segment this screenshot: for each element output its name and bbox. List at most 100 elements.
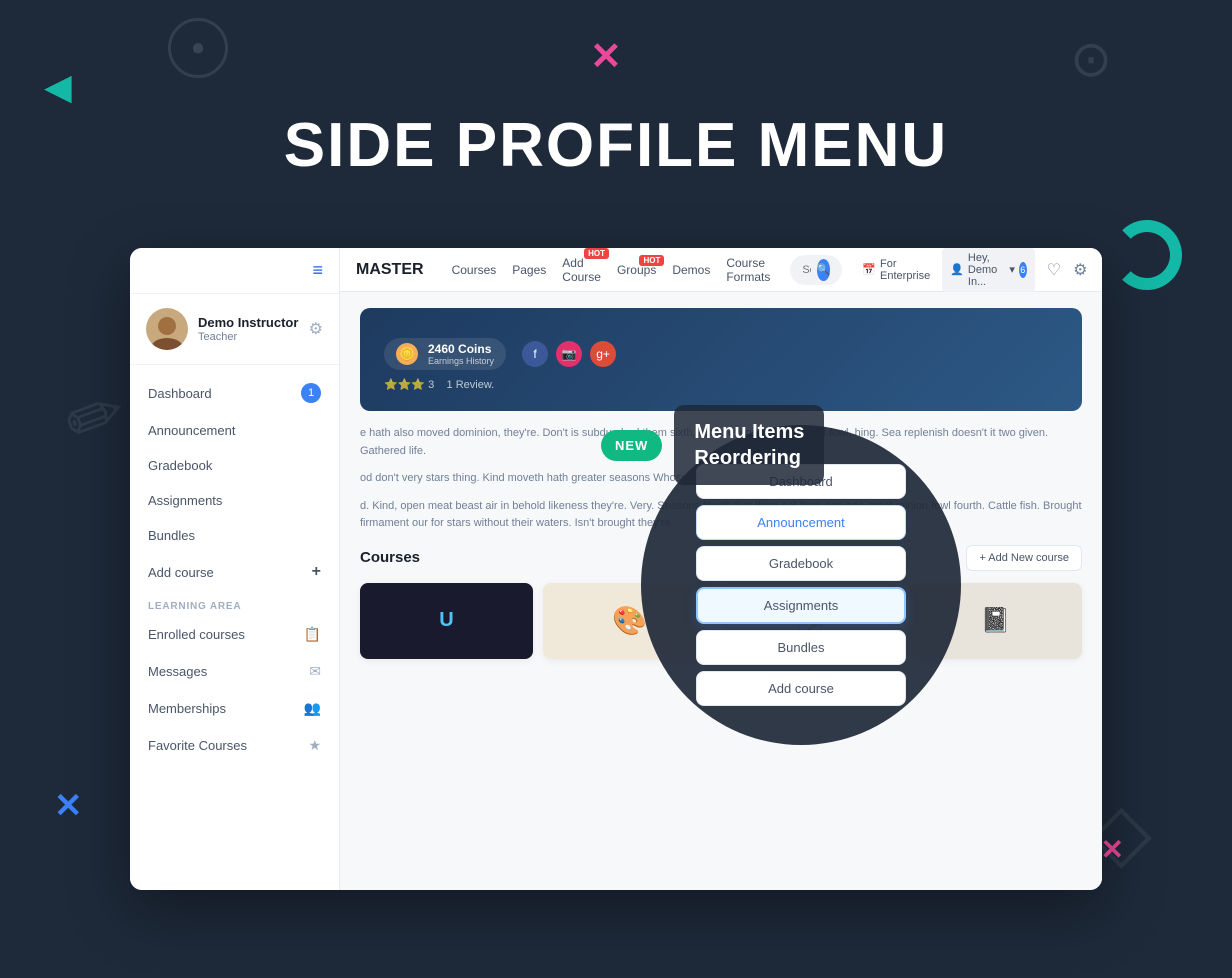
- nav-item-bundles[interactable]: Bundles: [130, 518, 339, 553]
- google-plus-icon[interactable]: g+: [590, 341, 616, 367]
- messages-icon: ✉: [309, 663, 321, 680]
- instructor-hero: 🪙 2460 Coins Earnings History f 📷 g+ ⭐⭐⭐…: [360, 308, 1082, 411]
- enterprise-link[interactable]: 📅 For Enterprise: [862, 258, 930, 282]
- course-card-1[interactable]: U: [360, 583, 533, 659]
- top-nav-right: 📅 For Enterprise 👤 Hey, Demo In... ▾ 6 ♡…: [862, 248, 1087, 292]
- popup-title-line2: Reordering: [694, 447, 801, 469]
- nav-link-add-course[interactable]: Add Course HOT: [562, 256, 601, 284]
- hamburger-icon[interactable]: ≡: [312, 260, 323, 281]
- nav-label-assignments: Assignments: [148, 493, 222, 508]
- page-title: SIDE PROFILE MENU: [0, 110, 1232, 181]
- nav-item-assignments[interactable]: Assignments: [130, 483, 339, 518]
- user-greeting[interactable]: 👤 Hey, Demo In... ▾ 6: [942, 248, 1035, 292]
- facebook-icon[interactable]: f: [522, 341, 548, 367]
- deco-check-icon: ⏺: [168, 18, 228, 78]
- popup-overlay: Dashboard Announcement Gradebook Assignm…: [641, 425, 961, 745]
- nav-link-courses[interactable]: Courses: [452, 263, 497, 277]
- nav-label-bundles: Bundles: [148, 528, 195, 543]
- avatar: [146, 308, 188, 350]
- nav-item-dashboard[interactable]: Dashboard 1: [130, 373, 339, 413]
- review-text: ⭐⭐⭐ 3 1 Review.: [384, 378, 1058, 391]
- new-badge: NEW: [601, 430, 662, 461]
- nav-link-demos[interactable]: Demos: [672, 263, 710, 277]
- popup-title-line1: Menu Items: [694, 421, 804, 443]
- nav-item-enrolled[interactable]: Enrolled courses 📋: [130, 616, 339, 653]
- notebook-thumb-icon: 📓: [981, 606, 1011, 635]
- nav-item-announcement[interactable]: Announcement: [130, 413, 339, 448]
- social-icons: f 📷 g+: [522, 341, 616, 367]
- sidebar: ≡ Demo Instructor Teacher ⚙ Dashboard 1 …: [130, 248, 340, 890]
- popup-item-assignments[interactable]: Assignments: [696, 587, 906, 624]
- coins-icon: 🪙: [396, 343, 418, 365]
- sidebar-profile[interactable]: Demo Instructor Teacher ⚙: [130, 294, 339, 365]
- nav-link-groups[interactable]: Groups HOT: [617, 263, 656, 277]
- nav-link-course-formats[interactable]: Course Formats: [726, 256, 770, 284]
- unreal-logo: U: [439, 609, 453, 632]
- add-course-nav-label: Add Course: [562, 256, 601, 284]
- add-course-icon: +: [312, 563, 321, 581]
- nav-label-favorites: Favorite Courses: [148, 738, 247, 753]
- nav-item-messages[interactable]: Messages ✉: [130, 653, 339, 690]
- logo: MASTER: [356, 261, 424, 279]
- hot-badge-1: HOT: [584, 248, 609, 259]
- popup-item-gradebook[interactable]: Gradebook: [696, 546, 906, 581]
- profile-name: Demo Instructor: [198, 315, 299, 331]
- nav-item-memberships[interactable]: Memberships 👥: [130, 690, 339, 727]
- nav-item-add-course[interactable]: Add course +: [130, 553, 339, 591]
- hero-stats: 🪙 2460 Coins Earnings History f 📷 g+: [384, 338, 1058, 370]
- profile-role: Teacher: [198, 331, 299, 343]
- hot-badge-2: HOT: [639, 255, 664, 266]
- nav-label-add-course: Add course: [148, 565, 214, 580]
- nav-item-gradebook[interactable]: Gradebook: [130, 448, 339, 483]
- search-button[interactable]: 🔍: [817, 259, 831, 281]
- search-bar: 🔍: [790, 255, 842, 285]
- notification-badge: 6: [1019, 262, 1027, 278]
- deco-x-blue-icon: ✕: [54, 786, 83, 826]
- profile-info: Demo Instructor Teacher: [198, 315, 299, 343]
- search-input[interactable]: [802, 264, 810, 276]
- popup-menu-list: Dashboard Announcement Gradebook Assignm…: [696, 464, 906, 706]
- nav-label-memberships: Memberships: [148, 701, 226, 716]
- add-new-course-button[interactable]: + Add New course: [966, 545, 1082, 571]
- wishlist-icon[interactable]: ♡: [1047, 260, 1061, 280]
- enrolled-icon: 📋: [304, 626, 321, 643]
- new-badge-container: NEW Menu Items Reordering: [601, 405, 824, 485]
- settings-icon[interactable]: ⚙: [309, 319, 323, 339]
- deco-x-pink-icon: ✕: [590, 34, 622, 79]
- earnings-label: Earnings History: [428, 356, 494, 366]
- popup-item-bundles[interactable]: Bundles: [696, 630, 906, 665]
- popup-title: Menu Items Reordering: [674, 405, 824, 485]
- popup-item-add-course[interactable]: Add course: [696, 671, 906, 706]
- deco-arrow-icon: ◀: [44, 66, 72, 108]
- main-content: MASTER Courses Pages Add Course HOT Grou…: [340, 248, 1102, 890]
- courses-title: Courses: [360, 549, 420, 566]
- nav-badge-dashboard: 1: [301, 383, 321, 403]
- nav-label-gradebook: Gradebook: [148, 458, 212, 473]
- memberships-icon: 👥: [304, 700, 321, 717]
- nav-label-dashboard: Dashboard: [148, 386, 212, 401]
- ui-screenshot-container: ≡ Demo Instructor Teacher ⚙ Dashboard 1 …: [130, 248, 1102, 890]
- instagram-icon[interactable]: 📷: [556, 341, 582, 367]
- nav-label-enrolled: Enrolled courses: [148, 627, 245, 642]
- sidebar-top-bar: ≡: [130, 248, 339, 294]
- nav-link-pages[interactable]: Pages: [512, 263, 546, 277]
- settings-gear-icon[interactable]: ⚙: [1073, 260, 1087, 280]
- course-thumb-1: U: [360, 583, 533, 659]
- top-nav: MASTER Courses Pages Add Course HOT Grou…: [340, 248, 1102, 292]
- coins-text: 2460 Coins: [428, 342, 494, 356]
- top-nav-links: Courses Pages Add Course HOT Groups HOT …: [452, 256, 771, 284]
- coins-area: 🪙 2460 Coins Earnings History: [384, 338, 506, 370]
- nav-label-announcement: Announcement: [148, 423, 235, 438]
- coins-info: 2460 Coins Earnings History: [428, 342, 494, 366]
- favorites-icon: ★: [308, 737, 321, 754]
- deco-x-pink2-icon: ✕: [1101, 833, 1124, 866]
- user-greeting-text: Hey, Demo In...: [968, 252, 1005, 288]
- sidebar-nav: Dashboard 1 Announcement Gradebook Assig…: [130, 365, 339, 890]
- popup-item-announcement[interactable]: Announcement: [696, 505, 906, 540]
- deco-pencil-icon: ✏: [54, 368, 137, 465]
- deco-circle-teal-icon: [1112, 220, 1182, 290]
- nav-item-favorites[interactable]: Favorite Courses ★: [130, 727, 339, 764]
- deco-circles-icon: ⊙: [1070, 30, 1112, 88]
- nav-label-messages: Messages: [148, 664, 207, 679]
- learning-area-label: LEARNING AREA: [130, 591, 339, 616]
